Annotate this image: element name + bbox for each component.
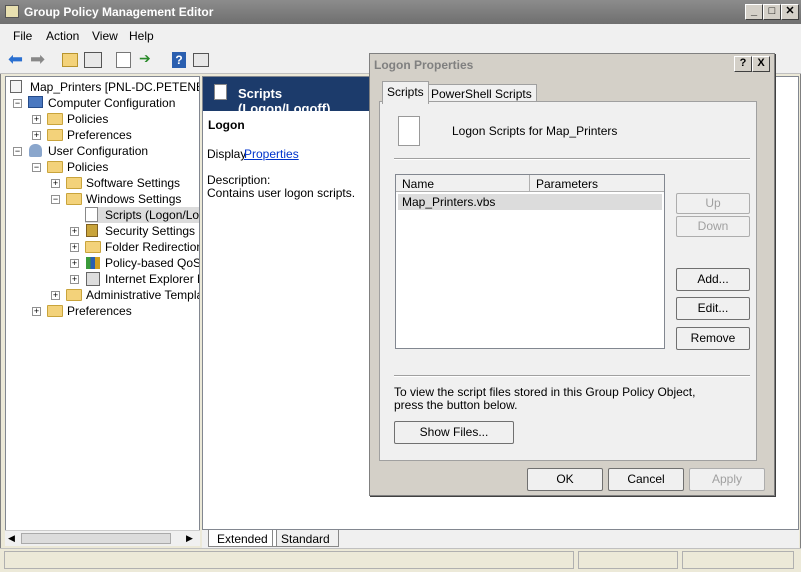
expand-icon[interactable]: + — [51, 291, 60, 300]
status-panel-2 — [578, 551, 678, 569]
expand-icon[interactable]: + — [70, 243, 79, 252]
close-button[interactable]: ✕ — [781, 4, 799, 20]
folder-icon — [47, 161, 63, 173]
description-label: Description: — [207, 173, 271, 187]
scroll-right-icon[interactable]: ▶ — [186, 533, 193, 544]
scripts-heading: Logon Scripts for Map_Printers — [452, 124, 618, 138]
script-icon — [214, 84, 227, 100]
tab-standard[interactable]: Standard — [272, 530, 339, 547]
column-parameters[interactable]: Parameters — [536, 177, 598, 191]
expand-icon[interactable]: + — [70, 227, 79, 236]
help-icon[interactable]: ? — [172, 52, 186, 68]
table-row[interactable]: Map_Printers.vbs — [398, 194, 662, 210]
list-header: Name Parameters — [396, 175, 664, 192]
edit-button[interactable]: Edit... — [676, 297, 750, 320]
section-heading: Logon — [208, 118, 245, 132]
script-file-icon — [398, 116, 420, 146]
up-folder-icon[interactable] — [62, 53, 78, 67]
folder-icon — [66, 289, 82, 301]
maximize-button[interactable]: □ — [763, 4, 781, 20]
menu-action[interactable]: Action — [46, 29, 79, 43]
dialog-help-button[interactable]: ? — [734, 56, 752, 72]
title-bar: Group Policy Management Editor _ □ ✕ — [0, 0, 801, 24]
menu-bar: File Action View Help — [0, 24, 801, 46]
status-bar — [0, 548, 801, 572]
back-icon[interactable]: ⬅ — [8, 50, 28, 70]
remove-button[interactable]: Remove — [676, 327, 750, 350]
dialog-title: Logon Properties — [374, 58, 474, 72]
column-name[interactable]: Name — [402, 177, 530, 191]
cancel-button[interactable]: Cancel — [608, 468, 684, 491]
ie-maintenance-icon — [86, 272, 100, 286]
logon-properties-dialog: Logon Properties ? X Scripts PowerShell … — [369, 53, 775, 496]
dialog-close-button[interactable]: X — [752, 56, 770, 72]
app-icon — [5, 5, 19, 18]
expand-icon[interactable]: + — [32, 115, 41, 124]
status-panel-1 — [4, 551, 574, 569]
view-tabs: Extended Standard — [202, 530, 799, 548]
gpo-icon — [10, 80, 22, 93]
tab-extended[interactable]: Extended — [208, 530, 277, 547]
folder-icon — [47, 305, 63, 317]
collapse-icon[interactable]: − — [13, 147, 22, 156]
computer-icon — [28, 96, 43, 108]
expand-icon[interactable]: + — [32, 307, 41, 316]
script-name-cell: Map_Printers.vbs — [402, 195, 496, 209]
console-tree: Map_Printers [PNL-DC.PETENETLIV − Comput… — [5, 76, 200, 546]
window-title: Group Policy Management Editor — [24, 5, 214, 19]
separator — [394, 158, 750, 160]
description-text: Contains user logon scripts. — [207, 186, 356, 200]
display-label: Display — [207, 147, 247, 161]
scripts-list[interactable]: Name Parameters Map_Printers.vbs — [395, 174, 665, 349]
show-hide-tree-icon[interactable] — [84, 52, 102, 68]
collapse-icon[interactable]: − — [13, 99, 22, 108]
folder-icon — [47, 113, 63, 125]
properties-icon[interactable] — [116, 52, 131, 68]
show-files-info: To view the script files stored in this … — [394, 385, 696, 412]
security-icon — [86, 224, 98, 237]
details-header: Scripts (Logon/Logoff) — [203, 77, 373, 116]
dialog-title-bar: Logon Properties ? X — [370, 54, 774, 74]
add-button[interactable]: Add... — [676, 268, 750, 291]
column-divider — [529, 175, 530, 191]
show-action-pane-icon[interactable] — [193, 53, 209, 67]
ok-button[interactable]: OK — [527, 468, 603, 491]
menu-view[interactable]: View — [92, 29, 118, 43]
status-panel-3 — [682, 551, 794, 569]
script-icon — [85, 207, 98, 222]
details-title: Scripts (Logon/Logoff) — [238, 86, 331, 116]
down-button[interactable]: Down — [676, 216, 750, 237]
up-button[interactable]: Up — [676, 193, 750, 214]
folder-icon — [85, 241, 101, 253]
folder-icon — [66, 177, 82, 189]
export-list-icon[interactable]: ➔ — [139, 50, 159, 70]
apply-button[interactable]: Apply — [689, 468, 765, 491]
properties-link[interactable]: Properties — [244, 147, 299, 161]
tree-scripts[interactable]: Scripts (Logon/Logo — [85, 207, 199, 223]
expand-icon[interactable]: + — [32, 131, 41, 140]
folder-icon — [47, 129, 63, 141]
expand-icon[interactable]: + — [70, 259, 79, 268]
scroll-left-icon[interactable]: ◀ — [8, 533, 15, 544]
expand-icon[interactable]: + — [51, 179, 60, 188]
minimize-button[interactable]: _ — [745, 4, 763, 20]
qos-chart-icon — [86, 257, 100, 269]
folder-icon — [66, 193, 82, 205]
expand-icon[interactable]: + — [70, 275, 79, 284]
tab-scripts[interactable]: Scripts — [382, 81, 429, 104]
user-icon — [29, 144, 42, 157]
separator — [394, 375, 750, 377]
menu-help[interactable]: Help — [129, 29, 154, 43]
collapse-icon[interactable]: − — [32, 163, 41, 172]
tree-horizontal-scrollbar[interactable]: ◀ ▶ — [5, 530, 200, 546]
collapse-icon[interactable]: − — [51, 195, 60, 204]
show-files-button[interactable]: Show Files... — [394, 421, 514, 444]
scripts-tab-panel: Logon Scripts for Map_Printers Name Para… — [379, 101, 757, 461]
forward-icon[interactable]: ➡ — [30, 50, 50, 70]
scroll-thumb[interactable] — [21, 533, 171, 544]
menu-file[interactable]: File — [13, 29, 32, 43]
